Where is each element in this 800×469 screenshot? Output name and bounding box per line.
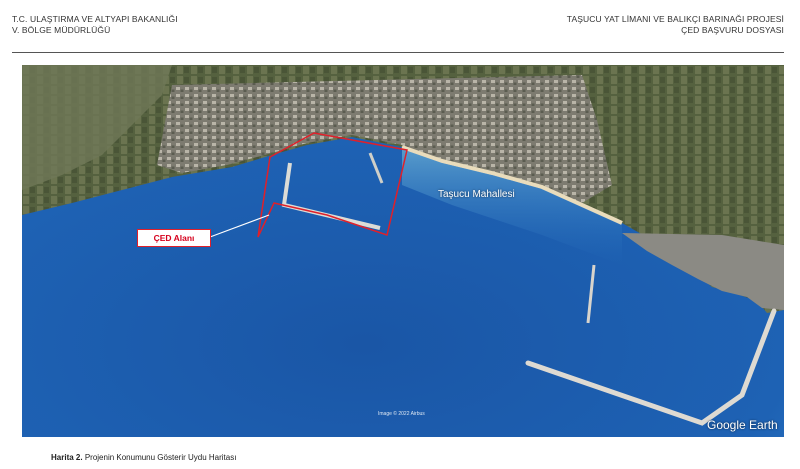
caption-text: Projenin Konumunu Gösterir Uydu Haritası: [84, 453, 237, 462]
ced-area-label: ÇED Alanı: [137, 229, 211, 247]
google-earth-logo: Google Earth: [707, 418, 778, 432]
satellite-map: Taşucu Mahallesi ÇED Alanı Image © 2022 …: [22, 65, 784, 437]
document-title: ÇED BAŞVURU DOSYASI: [681, 24, 784, 35]
directorate-name: V. BÖLGE MÜDÜRLÜĞÜ: [12, 24, 111, 35]
imagery-credit: Image © 2022 Airbus: [378, 411, 425, 417]
header-right: TAŞUCU YAT LİMANI VE BALIKÇI BARINAĞI PR…: [567, 14, 784, 35]
header-left: T.C. ULAŞTIRMA VE ALTYAPI BAKANLIĞI V. B…: [12, 14, 178, 35]
map-caption: Harita 2. Projenin Konumunu Gösterir Uyd…: [51, 453, 236, 462]
caption-number: Harita 2.: [51, 453, 83, 462]
ministry-name: T.C. ULAŞTIRMA VE ALTYAPI BAKANLIĞI: [12, 14, 178, 24]
place-label-tasucu: Taşucu Mahallesi: [438, 189, 515, 200]
map-imagery: [22, 65, 784, 437]
header-divider: [12, 52, 784, 53]
project-title: TAŞUCU YAT LİMANI VE BALIKÇI BARINAĞI PR…: [566, 14, 784, 24]
